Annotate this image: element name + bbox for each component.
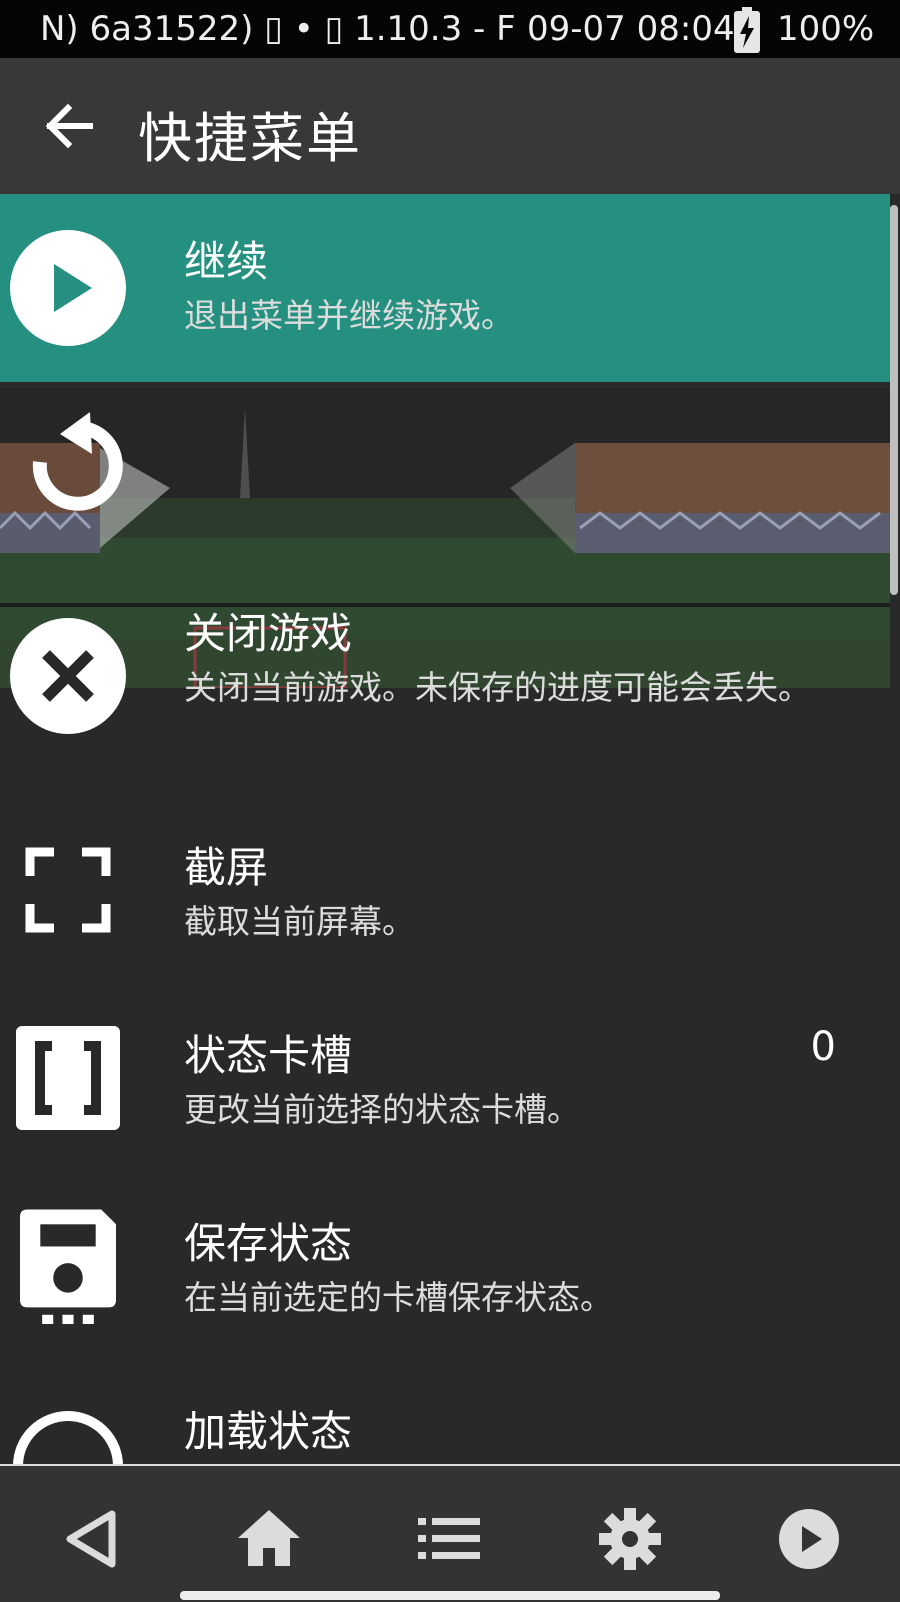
menu-item-load-state[interactable]: 加载状态 xyxy=(0,1378,890,1464)
menu-item-subtitle: 关闭当前游戏。未保存的进度可能会丢失。 xyxy=(184,668,811,707)
play-circle-icon xyxy=(10,230,126,346)
state-slot-value: 0 xyxy=(810,1024,836,1070)
menu-item-subtitle: 更改当前选择的状态卡槽。 xyxy=(184,1090,580,1129)
play-circle-icon[interactable] xyxy=(774,1504,844,1574)
quick-menu-list: 继续 退出菜单并继续游戏。 关闭游戏 关闭当前游戏。未保存的进度可能会丢失。 截… xyxy=(0,194,900,1464)
menu-item-title: 截屏 xyxy=(184,843,269,892)
status-clock: 09-07 08:04 xyxy=(527,9,735,49)
menu-item-title: 关闭游戏 xyxy=(184,609,353,658)
screenshot-frame-icon xyxy=(25,847,111,933)
menu-item-title: 保存状态 xyxy=(184,1219,353,1268)
menu-item-subtitle: 退出菜单并继续游戏。 xyxy=(184,296,514,335)
status-bar: N) 6a31522) ▯ • ▯ 1.10.3 - F 09-07 08:04… xyxy=(0,0,900,58)
menu-item-state-slot[interactable]: 状态卡槽 更改当前选择的状态卡槽。 0 xyxy=(0,1002,890,1188)
menu-item-continue[interactable]: 继续 退出菜单并继续游戏。 xyxy=(0,194,890,382)
menu-item-save-state[interactable]: 保存状态 在当前选定的卡槽保存状态。 xyxy=(0,1190,890,1376)
menu-item-screenshot[interactable]: 截屏 截取当前屏幕。 xyxy=(0,814,890,1000)
settings-icon[interactable] xyxy=(595,1504,665,1574)
list-icon[interactable] xyxy=(414,1504,484,1574)
app-bar: 快捷菜单 xyxy=(0,58,900,194)
menu-item-subtitle: 在当前选定的卡槽保存状态。 xyxy=(184,1278,613,1317)
home-icon[interactable] xyxy=(234,1504,304,1574)
arrow-left-icon[interactable] xyxy=(40,98,96,154)
menu-item-reset[interactable] xyxy=(0,382,890,612)
reset-icon xyxy=(32,412,123,511)
save-state-icon xyxy=(20,1209,116,1324)
list-scrollbar[interactable] xyxy=(890,205,898,595)
state-slot-icon xyxy=(16,1026,120,1130)
menu-item-title: 继续 xyxy=(184,237,269,286)
bottom-nav xyxy=(0,1464,900,1602)
status-left-text: N) 6a31522) ▯ • ▯ 1.10.3 - F xyxy=(40,9,516,49)
menu-item-subtitle: 截取当前屏幕。 xyxy=(184,902,415,941)
menu-item-title: 状态卡槽 xyxy=(184,1031,353,1080)
close-circle-icon xyxy=(10,618,126,734)
menu-item-title: 加载状态 xyxy=(184,1407,353,1456)
gesture-handle[interactable] xyxy=(180,1591,720,1600)
page-title: 快捷菜单 xyxy=(138,107,362,170)
back-triangle-icon[interactable] xyxy=(56,1504,126,1574)
battery-charging-icon xyxy=(734,7,760,53)
menu-item-close-game[interactable]: 关闭游戏 关闭当前游戏。未保存的进度可能会丢失。 xyxy=(0,609,890,796)
load-state-icon xyxy=(13,1411,123,1464)
battery-percent: 100% xyxy=(777,9,875,49)
